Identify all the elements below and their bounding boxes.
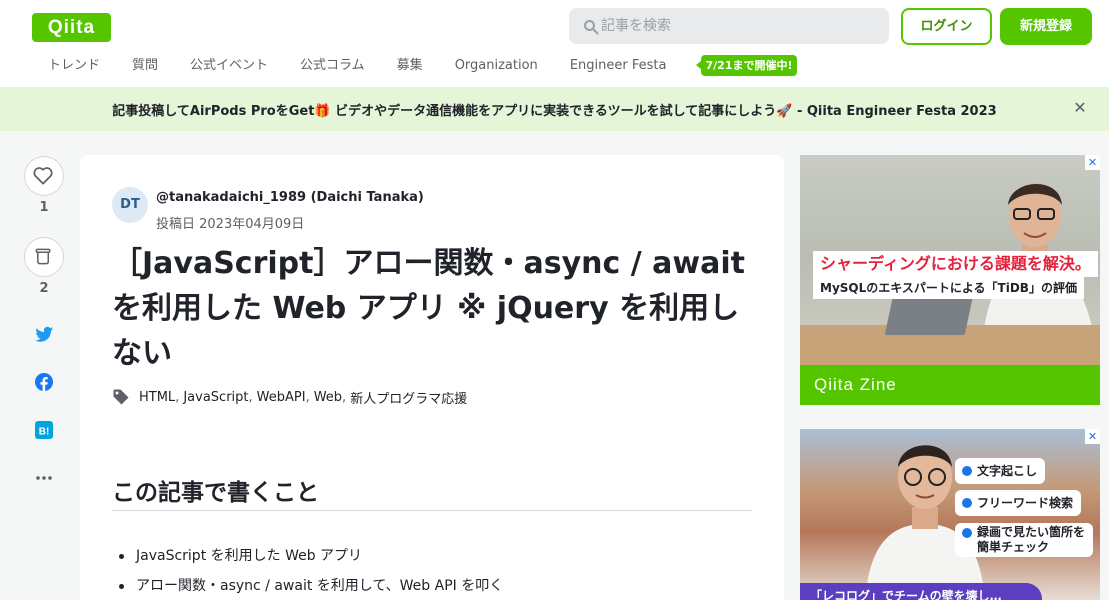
- tag-separator: ,: [248, 389, 253, 405]
- ad-feature-chip-line: 簡単チェック: [977, 540, 1050, 554]
- nav-item-recruitment[interactable]: 募集: [397, 57, 423, 77]
- global-nav: トレンド 質問 公式イベント 公式コラム 募集 Organization Eng…: [32, 57, 682, 77]
- tag-item[interactable]: 新人プログラマ応援: [350, 388, 467, 407]
- nav-item-official-columns[interactable]: 公式コラム: [300, 57, 365, 77]
- list-item: アロー関数・async / await を利用して、Web API を叩く: [112, 571, 503, 600]
- more-icon[interactable]: [34, 468, 54, 488]
- article-title: ［JavaScript］アロー関数・async / await を利用した We…: [112, 246, 745, 371]
- heart-icon: [33, 167, 53, 185]
- ad-banner-recolog[interactable]: 文字起こし フリーワード検索 録画で見たい箇所を 簡単チェック 「レコログ」でチ…: [800, 429, 1100, 600]
- ad-headline: シャーディングにおける課題を解決。: [813, 251, 1098, 277]
- ad-subheadline: MySQLのエキスパートによる「TiDB」の評価: [813, 277, 1084, 299]
- login-button[interactable]: ログイン: [901, 8, 992, 45]
- ad-feature-chip-line: 録画で見たい箇所を: [977, 525, 1086, 539]
- facebook-icon[interactable]: [34, 372, 54, 392]
- nav-item-questions[interactable]: 質問: [132, 57, 158, 77]
- tag-separator: ,: [175, 389, 180, 405]
- ad-feature-chip: フリーワード検索: [955, 490, 1082, 516]
- search-input[interactable]: [601, 8, 881, 44]
- stock-button[interactable]: [24, 237, 64, 277]
- site-header: Qiita ログイン 新規登録 トレンド 質問 公式イベント 公式コラム 募集 …: [0, 0, 1109, 87]
- avatar[interactable]: DT: [112, 187, 148, 223]
- search-icon: [584, 20, 599, 35]
- tag-icon: [113, 389, 129, 405]
- close-icon[interactable]: ✕: [1085, 155, 1100, 170]
- ad-banner-tidb[interactable]: シャーディングにおける課題を解決。 MySQLのエキスパートによる「TiDB」の…: [800, 155, 1100, 405]
- ad-feature-chip: 文字起こし: [955, 458, 1046, 484]
- heading-divider: [112, 510, 752, 511]
- close-icon[interactable]: ✕: [1085, 429, 1100, 444]
- like-button[interactable]: [24, 156, 64, 196]
- like-count: 1: [39, 200, 49, 215]
- festa-badge: 7/21まで開催中!: [696, 55, 797, 76]
- signup-button[interactable]: 新規登録: [1000, 8, 1092, 45]
- search-box[interactable]: [569, 8, 889, 44]
- ad-tagline: 「レコログ」でチームの壁を壊し…: [810, 589, 1002, 600]
- list-item: JavaScript を利用した Web アプリ: [112, 541, 503, 571]
- tag-item[interactable]: Web: [314, 390, 342, 405]
- close-icon[interactable]: ✕: [1072, 100, 1088, 116]
- twitter-icon[interactable]: [34, 324, 54, 344]
- ad-brand: Qiita Zine: [814, 375, 897, 394]
- tag-separator: ,: [342, 389, 347, 405]
- qiita-logo[interactable]: Qiita: [32, 13, 111, 42]
- tag-separator: ,: [305, 389, 310, 405]
- svg-text:B!: B!: [39, 427, 50, 438]
- author-name[interactable]: @tanakadaichi_1989 (Daichi Tanaka): [156, 190, 424, 205]
- bullet-list: JavaScript を利用した Web アプリ アロー関数・async / a…: [112, 541, 503, 600]
- tag-item[interactable]: JavaScript: [183, 390, 248, 405]
- article-card: DT @tanakadaichi_1989 (Daichi Tanaka) 投稿…: [80, 155, 784, 600]
- hatena-bookmark-icon[interactable]: B!: [34, 420, 54, 440]
- banner-text[interactable]: 記事投稿してAirPods ProをGet🎁 ビデオやデータ通信機能をアプリに実…: [0, 100, 1109, 119]
- tag-list: HTML , JavaScript , WebAPI , Web , 新人プログ…: [112, 387, 467, 407]
- nav-item-official-events[interactable]: 公式イベント: [190, 57, 268, 77]
- tag-item[interactable]: WebAPI: [257, 390, 306, 405]
- nav-item-trend[interactable]: トレンド: [48, 57, 100, 77]
- section-heading: この記事で書くこと: [112, 480, 319, 506]
- stock-icon: [35, 248, 51, 265]
- posted-date: 投稿日 2023年04月09日: [156, 217, 305, 232]
- nav-item-engineer-festa[interactable]: Engineer Festa: [570, 57, 667, 77]
- stock-count: 2: [39, 281, 49, 296]
- tag-item[interactable]: HTML: [139, 390, 175, 405]
- ad-feature-chip: 録画で見たい箇所を 簡単チェック: [955, 523, 1094, 557]
- nav-item-organization[interactable]: Organization: [455, 57, 538, 77]
- announcement-banner: 記事投稿してAirPods ProをGet🎁 ビデオやデータ通信機能をアプリに実…: [0, 87, 1109, 131]
